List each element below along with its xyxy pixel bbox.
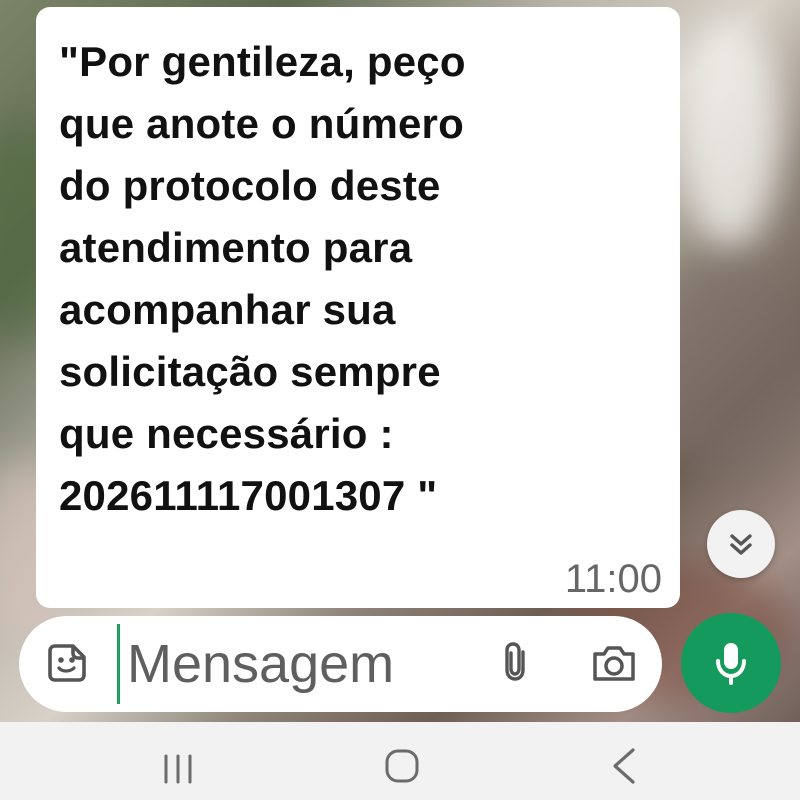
message-input[interactable]: [119, 630, 459, 698]
double-chevron-down-icon: [730, 534, 752, 555]
message-composer: [19, 616, 662, 712]
camera-icon[interactable]: [590, 643, 638, 683]
recent-apps-icon[interactable]: [160, 752, 196, 786]
microphone-icon: [716, 643, 746, 685]
message-text: "Por gentileza, peço que anote o número …: [59, 38, 466, 519]
microphone-button[interactable]: [681, 613, 781, 713]
home-icon[interactable]: [382, 746, 422, 786]
emoji-icon[interactable]: [45, 641, 89, 685]
message-time: 11:00: [564, 557, 662, 601]
paperclip-icon[interactable]: [496, 641, 536, 685]
wallpaper-shape: [680, 20, 780, 250]
back-icon[interactable]: [609, 746, 639, 786]
chat-screen: "Por gentileza, peço que anote o número …: [0, 0, 800, 800]
scroll-down-button[interactable]: [707, 510, 775, 578]
incoming-message-bubble[interactable]: "Por gentileza, peço que anote o número …: [36, 7, 680, 608]
android-navigation-bar: [0, 722, 800, 800]
